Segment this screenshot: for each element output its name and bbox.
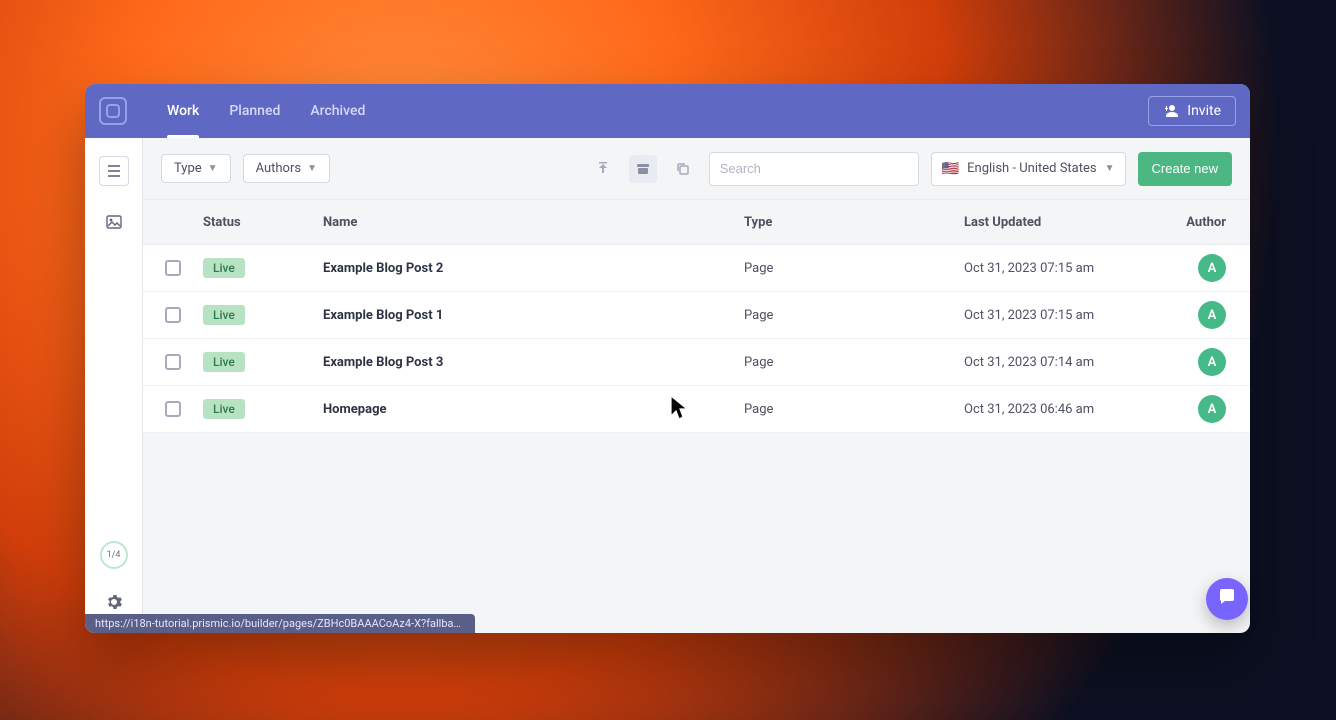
row-type: Page xyxy=(744,308,964,323)
sidebar: 1/4 xyxy=(85,138,143,633)
list-icon xyxy=(107,162,121,181)
row-name: Example Blog Post 1 xyxy=(323,308,744,323)
row-type: Page xyxy=(744,355,964,370)
status-badge: Live xyxy=(203,399,245,419)
toolbar: Type ▼ Authors ▼ 🇺 xyxy=(143,138,1250,200)
status-badge: Live xyxy=(203,305,245,325)
col-author[interactable]: Author xyxy=(1164,215,1244,230)
body: 1/4 Type ▼ Authors ▼ xyxy=(85,138,1250,633)
author-avatar[interactable]: A xyxy=(1198,301,1226,329)
content-table: Status Name Type Last Updated Author Liv… xyxy=(143,200,1250,633)
filter-type-label: Type xyxy=(174,161,202,176)
invite-button[interactable]: Invite xyxy=(1148,96,1236,126)
tab-work[interactable]: Work xyxy=(167,84,199,138)
flag-us-icon: 🇺🇸 xyxy=(942,161,959,177)
col-name[interactable]: Name xyxy=(323,215,744,230)
app-logo[interactable] xyxy=(99,97,127,125)
tab-planned[interactable]: Planned xyxy=(229,84,280,138)
row-checkbox[interactable] xyxy=(165,307,181,323)
tab-label: Work xyxy=(167,103,199,119)
progress-label: 1/4 xyxy=(107,550,121,560)
status-bar-url: https://i18n-tutorial.prismic.io/builder… xyxy=(85,614,475,633)
row-name: Homepage xyxy=(323,402,744,417)
top-bar: Work Planned Archived Invite xyxy=(85,84,1250,138)
author-avatar[interactable]: A xyxy=(1198,348,1226,376)
create-new-button[interactable]: Create new xyxy=(1138,152,1232,186)
col-last-updated[interactable]: Last Updated xyxy=(964,215,1164,230)
chat-launcher[interactable] xyxy=(1206,578,1248,620)
chevron-down-icon: ▼ xyxy=(208,163,218,174)
locale-select[interactable]: 🇺🇸 English - United States ▼ xyxy=(931,152,1126,186)
row-checkbox[interactable] xyxy=(165,401,181,417)
chat-icon xyxy=(1217,587,1237,611)
author-avatar[interactable]: A xyxy=(1198,254,1226,282)
status-badge: Live xyxy=(203,352,245,372)
row-checkbox[interactable] xyxy=(165,354,181,370)
image-icon xyxy=(106,214,122,233)
row-name: Example Blog Post 3 xyxy=(323,355,744,370)
gear-icon xyxy=(106,594,122,614)
table-row[interactable]: Live HomepagePageOct 31, 2023 06:46 am A xyxy=(143,386,1250,433)
row-type: Page xyxy=(744,402,964,417)
row-name: Example Blog Post 2 xyxy=(323,261,744,276)
publish-icon[interactable] xyxy=(589,155,617,183)
table-row[interactable]: Live Example Blog Post 3PageOct 31, 2023 … xyxy=(143,339,1250,386)
table-row[interactable]: Live Example Blog Post 1PageOct 31, 2023 … xyxy=(143,292,1250,339)
invite-label: Invite xyxy=(1187,103,1221,119)
sidebar-documents-button[interactable] xyxy=(99,156,129,186)
col-status[interactable]: Status xyxy=(203,215,323,230)
status-badge: Live xyxy=(203,258,245,278)
col-type[interactable]: Type xyxy=(744,215,964,230)
onboarding-progress[interactable]: 1/4 xyxy=(100,541,128,569)
author-avatar[interactable]: A xyxy=(1198,395,1226,423)
archive-icon[interactable] xyxy=(629,155,657,183)
tab-label: Archived xyxy=(310,103,365,119)
create-label: Create new xyxy=(1152,161,1218,176)
sidebar-media-button[interactable] xyxy=(99,208,129,238)
row-last-updated: Oct 31, 2023 07:15 am xyxy=(964,261,1164,276)
table-row[interactable]: Live Example Blog Post 2PageOct 31, 2023 … xyxy=(143,245,1250,292)
main: Type ▼ Authors ▼ 🇺 xyxy=(143,138,1250,633)
filter-authors-label: Authors xyxy=(256,161,302,176)
filter-authors[interactable]: Authors ▼ xyxy=(243,154,330,183)
locale-label: English - United States xyxy=(967,161,1096,176)
tab-label: Planned xyxy=(229,103,280,119)
tab-archived[interactable]: Archived xyxy=(310,84,365,138)
copy-icon[interactable] xyxy=(669,155,697,183)
row-last-updated: Oct 31, 2023 07:14 am xyxy=(964,355,1164,370)
person-add-icon xyxy=(1163,104,1179,118)
filter-type[interactable]: Type ▼ xyxy=(161,154,231,183)
app-window: Work Planned Archived Invite xyxy=(85,84,1250,633)
row-last-updated: Oct 31, 2023 07:15 am xyxy=(964,308,1164,323)
nav-tabs: Work Planned Archived xyxy=(167,84,365,138)
chevron-down-icon: ▼ xyxy=(307,163,317,174)
table-header: Status Name Type Last Updated Author xyxy=(143,200,1250,245)
chevron-down-icon: ▼ xyxy=(1105,163,1115,174)
row-checkbox[interactable] xyxy=(165,260,181,276)
row-last-updated: Oct 31, 2023 06:46 am xyxy=(964,402,1164,417)
row-type: Page xyxy=(744,261,964,276)
search-input[interactable] xyxy=(709,152,919,186)
